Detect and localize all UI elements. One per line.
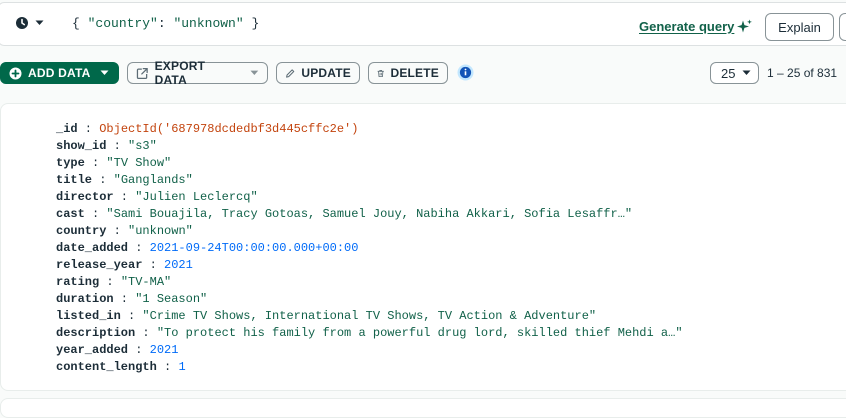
page-size-value: 25 — [721, 65, 736, 81]
document-field-row[interactable]: release_year : 2021 — [56, 257, 683, 274]
field-value: 2021-09-24T00:00:00.000+00:00 — [149, 241, 359, 255]
field-separator: : — [128, 241, 150, 255]
trash-icon — [377, 69, 384, 77]
document-field-row[interactable]: listed_in : "Crime TV Shows, Internation… — [56, 308, 683, 325]
field-value: "TV-MA" — [120, 275, 172, 289]
field-separator: : — [106, 139, 129, 153]
field-key: title — [56, 173, 93, 187]
document-field-row[interactable]: country : "unknown" — [56, 223, 683, 240]
filter-input[interactable]: { "country": "unknown" } — [72, 16, 259, 31]
field-value: 2021 — [149, 343, 179, 357]
field-value: ObjectId('687978dcdedbf3d445cffc2e') — [99, 122, 359, 136]
field-value: "Ganglands" — [113, 173, 193, 187]
field-value: "Sami Bouajila, Tracy Gotoas, Samuel Jou… — [106, 207, 633, 221]
field-key: rating — [56, 275, 100, 289]
field-key: duration — [56, 292, 114, 306]
field-value: "TV Show" — [106, 156, 172, 170]
field-separator: : — [135, 326, 157, 340]
pencil-icon — [286, 68, 295, 78]
field-separator: : — [113, 292, 136, 306]
export-data-button[interactable]: EXPORT DATA — [127, 59, 268, 87]
update-button[interactable]: UPDATE — [276, 62, 360, 84]
field-separator: : — [92, 173, 114, 187]
plus-circle-icon — [9, 67, 22, 79]
query-history-button[interactable] — [15, 16, 44, 30]
caret-down-icon — [250, 70, 259, 75]
delete-label: DELETE — [390, 66, 439, 80]
field-separator: : — [99, 275, 121, 289]
caret-down-icon — [100, 70, 109, 75]
field-key: listed_in — [56, 309, 121, 323]
document-field-row[interactable]: duration : "1 Season" — [56, 291, 683, 308]
field-key: country — [56, 224, 107, 238]
document-field-row[interactable]: date_added : 2021-09-24T00:00:00.000+00:… — [56, 240, 683, 257]
generate-query-label: Generate query — [639, 19, 735, 34]
caret-down-icon — [35, 20, 44, 25]
document-field-row[interactable]: title : "Ganglands" — [56, 172, 683, 189]
field-value: "1 Season" — [135, 292, 208, 306]
field-key: cast — [56, 207, 85, 221]
field-key: release_year — [56, 258, 143, 272]
update-label: UPDATE — [301, 66, 351, 80]
field-separator: : — [106, 224, 129, 238]
document-field-row[interactable]: content_length : 1 — [56, 359, 683, 376]
page-size-select[interactable]: 25 — [710, 62, 759, 84]
pagination-range: 1 – 25 of 831 — [767, 66, 838, 80]
export-data-label: EXPORT DATA — [154, 59, 206, 87]
document-card[interactable] — [0, 398, 846, 418]
document-field-row[interactable]: _id : ObjectId('687978dcdedbf3d445cffc2e… — [56, 121, 683, 138]
document-fields: _id : ObjectId('687978dcdedbf3d445cffc2e… — [56, 121, 683, 376]
field-key: _id — [56, 122, 78, 136]
add-data-button[interactable]: ADD DATA — [0, 62, 119, 84]
field-separator: : — [84, 156, 107, 170]
field-separator: : — [120, 309, 143, 323]
field-key: content_length — [56, 360, 157, 374]
explain-button[interactable]: Explain — [765, 13, 834, 41]
document-field-row[interactable]: director : "Julien Leclercq" — [56, 189, 683, 206]
field-key: show_id — [56, 139, 107, 153]
document-field-row[interactable]: type : "TV Show" — [56, 155, 683, 172]
filter-close-brace: } — [243, 16, 260, 31]
document-card[interactable]: _id : ObjectId('687978dcdedbf3d445cffc2e… — [0, 103, 846, 391]
clock-icon — [16, 17, 28, 29]
filter-value: "unknown" — [173, 16, 244, 31]
filter-colon: : — [157, 16, 174, 31]
field-key: year_added — [56, 343, 129, 357]
field-key: type — [56, 156, 85, 170]
options-button[interactable] — [839, 13, 846, 41]
delete-button[interactable]: DELETE — [368, 62, 448, 84]
field-value: "unknown" — [128, 224, 193, 238]
filter-key: "country" — [87, 16, 158, 31]
field-value: "Crime TV Shows, International TV Shows,… — [142, 309, 597, 323]
document-field-row[interactable]: rating : "TV-MA" — [56, 274, 683, 291]
field-separator: : — [156, 360, 179, 374]
info-icon[interactable] — [457, 64, 474, 81]
field-value: "s3" — [128, 139, 157, 153]
field-key: date_added — [56, 241, 129, 255]
field-value: 1 — [178, 360, 186, 374]
generate-query-link[interactable]: Generate query — [639, 19, 753, 34]
document-field-row[interactable]: show_id : "s3" — [56, 138, 683, 155]
field-key: description — [56, 326, 136, 340]
document-field-row[interactable]: description : "To protect his family fro… — [56, 325, 683, 342]
field-separator: : — [84, 207, 107, 221]
field-separator: : — [142, 258, 165, 272]
sparkle-icon — [737, 19, 753, 33]
export-icon — [136, 67, 148, 79]
document-field-row[interactable]: cast : "Sami Bouajila, Tracy Gotoas, Sam… — [56, 206, 683, 223]
filter-open-brace: { — [72, 16, 88, 31]
field-key: director — [56, 190, 114, 204]
field-separator: : — [113, 190, 136, 204]
document-field-row[interactable]: year_added : 2021 — [56, 342, 683, 359]
field-separator: : — [77, 122, 100, 136]
add-data-label: ADD DATA — [28, 66, 91, 80]
query-bar: { "country": "unknown" } Generate query … — [0, 2, 846, 46]
field-value: "Julien Leclercq" — [135, 190, 258, 204]
field-value: 2021 — [164, 258, 193, 272]
field-separator: : — [128, 343, 150, 357]
field-value: "To protect his family from a powerful d… — [156, 326, 683, 340]
caret-down-icon — [742, 70, 751, 75]
